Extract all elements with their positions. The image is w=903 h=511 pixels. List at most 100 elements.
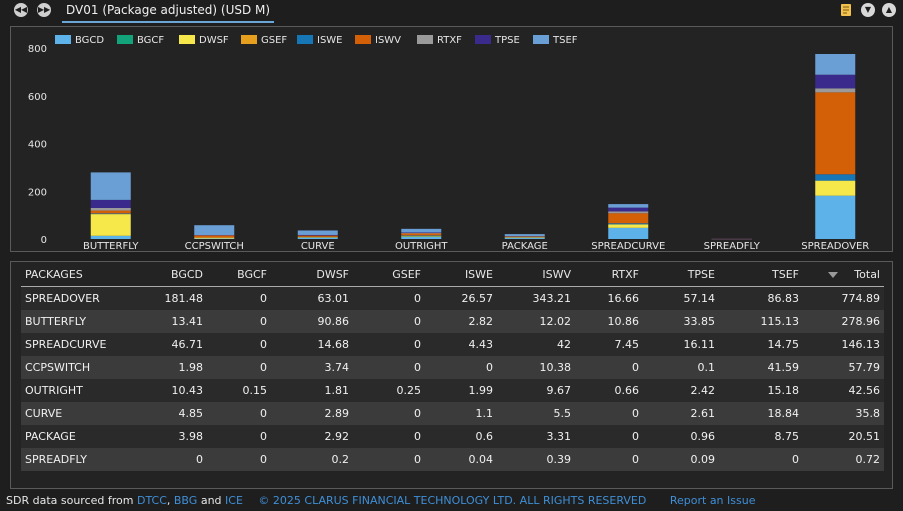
bar-segment[interactable] xyxy=(504,238,545,239)
y-tick-label: 0 xyxy=(41,235,47,246)
value-cell: 0 xyxy=(353,356,425,379)
bar-segment[interactable] xyxy=(297,234,338,236)
bar-segment[interactable] xyxy=(401,236,442,239)
bar-segment[interactable] xyxy=(297,230,338,235)
legend-label[interactable]: DWSF xyxy=(199,35,229,46)
col-header-total[interactable]: Total xyxy=(803,262,884,287)
bar-segment[interactable] xyxy=(90,207,131,211)
bar-segment[interactable] xyxy=(608,207,649,212)
bar-segment[interactable] xyxy=(815,174,856,181)
bar-segment[interactable] xyxy=(194,237,235,239)
col-header-gsef[interactable]: GSEF xyxy=(353,262,425,287)
bar-segment[interactable] xyxy=(608,211,649,214)
chevron-up-icon[interactable]: ▲ xyxy=(882,3,896,17)
bar-segment[interactable] xyxy=(608,224,649,228)
chart-title-tab[interactable]: DV01 (Package adjusted) (USD M) xyxy=(62,2,275,23)
fast-forward-icon[interactable]: ▶▶ xyxy=(37,3,51,17)
value-cell: 9.67 xyxy=(497,379,575,402)
bar-segment[interactable] xyxy=(815,88,856,93)
table-header-row: PACKAGES BGCD BGCF DWSF GSEF ISWE ISWV R… xyxy=(21,262,884,287)
x-tick-label: OUTRIGHT xyxy=(395,241,448,252)
table-row[interactable]: SPREADOVER 181.48 0 63.01 0 26.57 343.21 16.66 5… xyxy=(21,286,884,310)
bar-segment[interactable] xyxy=(815,53,856,75)
legend-swatch[interactable] xyxy=(533,35,549,44)
legend-label[interactable]: ISWV xyxy=(375,35,401,46)
table-row[interactable]: SPREADCURVE 46.71 0 14.68 0 4.43 42 7.45 16.11 14… xyxy=(21,333,884,356)
legend-label[interactable]: TPSE xyxy=(494,35,520,46)
bbg-link[interactable]: BBG xyxy=(174,494,197,507)
package-name-cell: CCPSWITCH xyxy=(21,356,125,379)
table-row[interactable]: CURVE 4.85 0 2.89 0 1.1 5.5 0 2.61 18.84 35.8 xyxy=(21,402,884,425)
bar-segment[interactable] xyxy=(815,195,856,239)
legend-swatch[interactable] xyxy=(297,35,313,44)
bar-segment[interactable] xyxy=(608,204,649,208)
col-header-dwsf[interactable]: DWSF xyxy=(271,262,353,287)
value-cell: 1.98 xyxy=(125,356,207,379)
legend-label[interactable]: ISWE xyxy=(317,35,343,46)
bar-segment[interactable] xyxy=(504,234,545,237)
bar-segment[interactable] xyxy=(608,223,649,225)
rewind-icon[interactable]: ◀◀ xyxy=(14,3,28,17)
legend-label[interactable]: TSEF xyxy=(552,35,578,46)
chevron-down-icon[interactable]: ▼ xyxy=(861,3,875,17)
x-tick-label: SPREADCURVE xyxy=(591,241,665,252)
legend-swatch[interactable] xyxy=(241,35,257,44)
table-row[interactable]: SPREADFLY 0 0 0.2 0 0.04 0.39 0 0.09 0 0.72 xyxy=(21,448,884,471)
bar-segment[interactable] xyxy=(90,199,131,208)
legend-swatch[interactable] xyxy=(179,35,195,44)
value-cell: 2.61 xyxy=(643,402,719,425)
col-header-rtxf[interactable]: RTXF xyxy=(575,262,643,287)
value-cell: 35.8 xyxy=(803,402,884,425)
bar-segment[interactable] xyxy=(90,214,131,236)
table-row[interactable]: OUTRIGHT 10.43 0.15 1.81 0.25 1.99 9.67 0.66 2.4… xyxy=(21,379,884,402)
legend-swatch[interactable] xyxy=(55,35,71,44)
value-cell: 5.5 xyxy=(497,402,575,425)
legend-swatch[interactable] xyxy=(417,35,433,44)
x-tick-label: SPREADFLY xyxy=(704,241,761,252)
bar-segment[interactable] xyxy=(815,180,856,196)
value-cell: 0.15 xyxy=(207,379,271,402)
package-name-cell: OUTRIGHT xyxy=(21,379,125,402)
legend-label[interactable]: GSEF xyxy=(261,35,287,46)
col-header-iswe[interactable]: ISWE xyxy=(425,262,497,287)
bar-segment[interactable] xyxy=(401,232,442,234)
note-icon[interactable] xyxy=(839,3,853,17)
col-header-packages[interactable]: PACKAGES xyxy=(21,262,125,287)
value-cell: 10.43 xyxy=(125,379,207,402)
legend-label[interactable]: RTXF xyxy=(437,35,462,46)
legend-label[interactable]: BGCF xyxy=(137,35,164,46)
bar-segment[interactable] xyxy=(90,172,131,200)
bar-segment[interactable] xyxy=(194,225,235,236)
col-header-bgcd[interactable]: BGCD xyxy=(125,262,207,287)
bar-segment[interactable] xyxy=(297,235,338,237)
report-issue-link[interactable]: Report an Issue xyxy=(670,494,756,507)
bar-segment[interactable] xyxy=(815,92,856,175)
bar-segment[interactable] xyxy=(401,228,442,233)
table-row[interactable]: PACKAGE 3.98 0 2.92 0 0.6 3.31 0 0.96 8.75 20.51 xyxy=(21,425,884,448)
value-cell: 41.59 xyxy=(719,356,803,379)
bar-segment[interactable] xyxy=(90,235,131,239)
bar-segment[interactable] xyxy=(815,74,856,89)
col-header-iswv[interactable]: ISWV xyxy=(497,262,575,287)
table-row[interactable]: BUTTERFLY 13.41 0 90.86 0 2.82 12.02 10.86 33.85… xyxy=(21,310,884,333)
bar-segment[interactable] xyxy=(90,210,131,214)
col-header-tpse[interactable]: TPSE xyxy=(643,262,719,287)
col-header-bgcf[interactable]: BGCF xyxy=(207,262,271,287)
value-cell: 10.86 xyxy=(575,310,643,333)
legend-swatch[interactable] xyxy=(355,35,371,44)
bar-segment[interactable] xyxy=(297,237,338,239)
bar-segment[interactable] xyxy=(90,213,131,215)
bar-segment[interactable] xyxy=(608,227,649,239)
bar-segment[interactable] xyxy=(608,213,649,224)
bar-segment[interactable] xyxy=(401,233,442,236)
sort-descending-icon[interactable] xyxy=(828,271,839,278)
dtcc-link[interactable]: DTCC xyxy=(137,494,167,507)
legend-swatch[interactable] xyxy=(475,35,491,44)
table-row[interactable]: CCPSWITCH 1.98 0 3.74 0 0 10.38 0 0.1 41.59 57.79 xyxy=(21,356,884,379)
value-cell: 13.41 xyxy=(125,310,207,333)
y-tick-label: 800 xyxy=(28,44,47,55)
col-header-tsef[interactable]: TSEF xyxy=(719,262,803,287)
legend-label[interactable]: BGCD xyxy=(75,35,104,46)
legend-swatch[interactable] xyxy=(117,35,133,44)
ice-link[interactable]: ICE xyxy=(225,494,243,507)
